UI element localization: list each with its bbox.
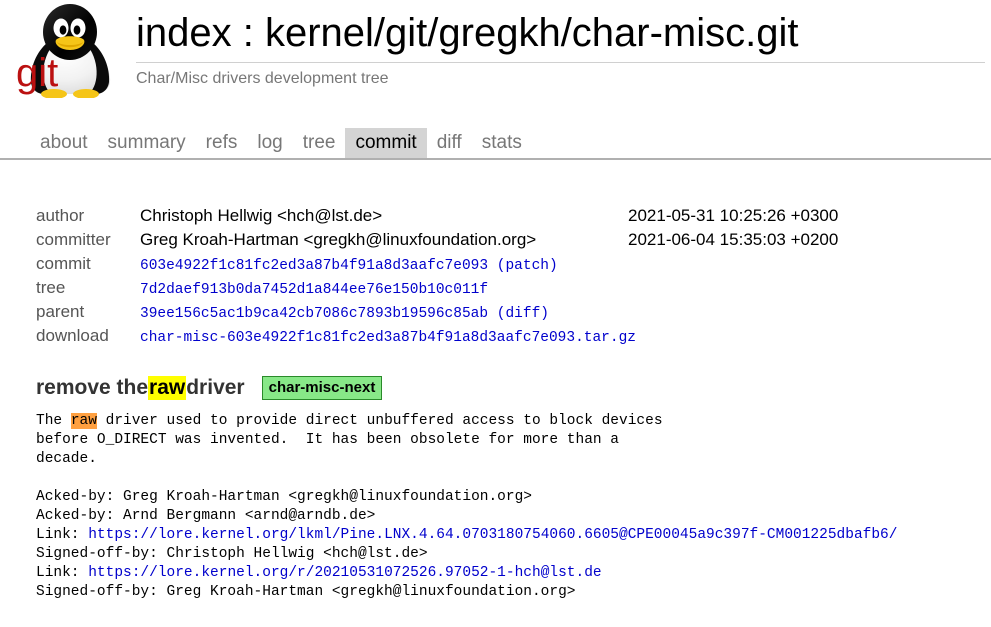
msg-line2: before O_DIRECT was invented. It has bee…	[36, 432, 619, 448]
tree-hash-link[interactable]: 7d2daef913b0da7452d1a844ee76e150b10c011f	[140, 282, 488, 298]
commit-info-row-committer: committer Greg Kroah-Hartman <gregkh@lin…	[36, 230, 991, 254]
git-wordmark: git	[16, 51, 58, 95]
trailer-line: Acked-by: Arnd Bergmann <arnd@arndb.de>	[36, 508, 375, 524]
commit-info-row-commit: commit 603e4922f1c81fc2ed3a87b4f91a8d3aa…	[36, 254, 991, 278]
author-value: Christoph Hellwig <hch@lst.de>	[140, 206, 382, 226]
subject-text-after: driver	[186, 376, 244, 400]
tab-refs[interactable]: refs	[196, 128, 248, 158]
trailer-text: Link:	[36, 565, 88, 581]
commit-label: commit	[36, 254, 140, 274]
commit-hash-link[interactable]: 603e4922f1c81fc2ed3a87b4f91a8d3aafc7e093	[140, 258, 488, 274]
branch-badge[interactable]: char-misc-next	[262, 376, 383, 400]
committer-value: Greg Kroah-Hartman <gregkh@linuxfoundati…	[140, 230, 536, 250]
commit-trailers: Acked-by: Greg Kroah-Hartman <gregkh@lin…	[36, 489, 897, 600]
tab-about[interactable]: about	[30, 128, 98, 158]
trailer-text: Acked-by: Greg Kroah-Hartman <gregkh@lin…	[36, 489, 532, 505]
trailer-text: Signed-off-by: Christoph Hellwig <hch@ls…	[36, 546, 428, 562]
committer-date: 2021-06-04 15:35:03 +0200	[628, 230, 838, 250]
trailer-url-link[interactable]: https://lore.kernel.org/r/20210531072526…	[88, 565, 601, 581]
trailer-text: Signed-off-by: Greg Kroah-Hartman <gregk…	[36, 584, 576, 600]
trailer-line: Link: https://lore.kernel.org/lkml/Pine.…	[36, 527, 897, 543]
commit-info-row-parent: parent 39ee156c5ac1b9ca42cb7086c7893b195…	[36, 302, 991, 326]
committer-label: committer	[36, 230, 140, 250]
subject-text-before: remove the	[36, 376, 148, 400]
trailer-text: Acked-by: Arnd Bergmann <arnd@arndb.de>	[36, 508, 375, 524]
header-title-block: index : kernel/git/gregkh/char-misc.git …	[136, 6, 985, 92]
tree-label: tree	[36, 278, 140, 298]
author-date: 2021-05-31 10:25:26 +0300	[628, 206, 838, 226]
page-header: git index : kernel/git/gregkh/char-misc.…	[0, 0, 991, 112]
tux-penguin-icon: git	[8, 2, 126, 98]
parent-label: parent	[36, 302, 140, 322]
commit-patch-link[interactable]: (patch)	[497, 258, 558, 274]
cgit-logo[interactable]: git	[8, 2, 126, 98]
msg-search-highlight: raw	[71, 413, 97, 429]
commit-info-row-download: download char-misc-603e4922f1c81fc2ed3a8…	[36, 326, 991, 350]
commit-info-table: author Christoph Hellwig <hch@lst.de> 20…	[0, 206, 991, 350]
tab-tree[interactable]: tree	[293, 128, 346, 158]
parent-diff-link[interactable]: (diff)	[497, 306, 549, 322]
trailer-line: Link: https://lore.kernel.org/r/20210531…	[36, 565, 602, 581]
msg-line1-pre: The	[36, 413, 71, 429]
commit-message-body: The raw driver used to provide direct un…	[0, 412, 991, 602]
nav-tabs: aboutsummaryrefslogtreecommitdiffstats	[30, 126, 991, 158]
download-archive-link[interactable]: char-misc-603e4922f1c81fc2ed3a87b4f91a8d…	[140, 330, 636, 346]
trailer-line: Signed-off-by: Christoph Hellwig <hch@ls…	[36, 546, 428, 562]
download-label: download	[36, 326, 140, 346]
tab-summary[interactable]: summary	[98, 128, 196, 158]
commit-subject: remove the raw driver char-misc-next	[0, 376, 991, 400]
subject-search-highlight: raw	[148, 376, 186, 400]
trailer-text: Link:	[36, 527, 88, 543]
commit-info-row-tree: tree 7d2daef913b0da7452d1a844ee76e150b10…	[36, 278, 991, 302]
msg-line1-post: driver used to provide direct unbuffered…	[97, 413, 663, 429]
msg-line3: decade.	[36, 451, 97, 467]
parent-hash-link[interactable]: 39ee156c5ac1b9ca42cb7086c7893b19596c85ab	[140, 306, 488, 322]
nav-tabs-bar: aboutsummaryrefslogtreecommitdiffstats	[0, 126, 991, 160]
tab-stats[interactable]: stats	[472, 128, 532, 158]
trailer-url-link[interactable]: https://lore.kernel.org/lkml/Pine.LNX.4.…	[88, 527, 897, 543]
repo-description: Char/Misc drivers development tree	[136, 63, 985, 92]
trailer-line: Acked-by: Greg Kroah-Hartman <gregkh@lin…	[36, 489, 532, 505]
trailer-line: Signed-off-by: Greg Kroah-Hartman <gregk…	[36, 584, 576, 600]
page-title: index : kernel/git/gregkh/char-misc.git	[136, 6, 985, 60]
tab-log[interactable]: log	[247, 128, 292, 158]
tab-diff[interactable]: diff	[427, 128, 472, 158]
tab-commit[interactable]: commit	[345, 128, 426, 158]
commit-info-row-author: author Christoph Hellwig <hch@lst.de> 20…	[36, 206, 991, 230]
author-label: author	[36, 206, 140, 226]
